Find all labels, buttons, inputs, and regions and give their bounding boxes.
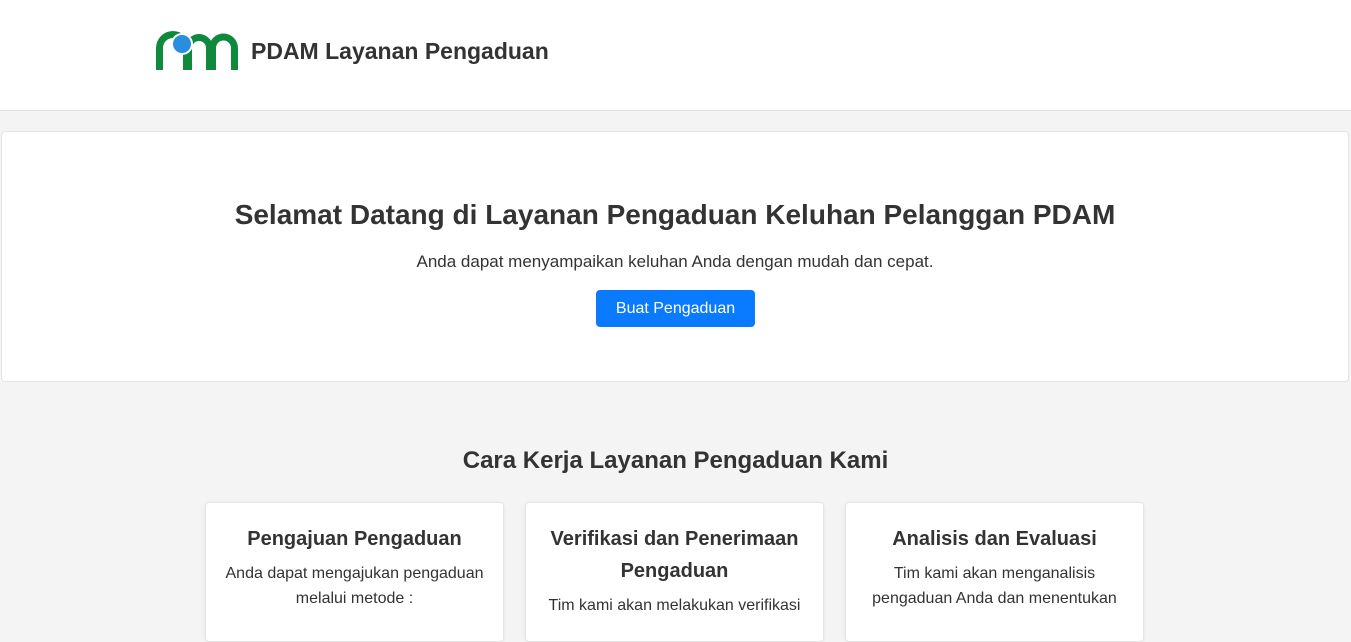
section-title: Cara Kerja Layanan Pengaduan Kami — [462, 447, 889, 474]
card-text: Anda dapat mengajukan pengaduan melalui … — [225, 565, 484, 607]
card-title: Pengajuan Pengaduan — [247, 528, 462, 550]
card-text: Tim kami akan melakukan verifikasi — [548, 597, 801, 614]
step-card-analysis: Analisis dan Evaluasi Tim kami akan meng… — [845, 502, 1144, 642]
hero-subtitle: Anda dapat menyampaikan keluhan Anda den… — [416, 252, 934, 271]
card-title: Verifikasi dan Penerimaan Pengaduan — [550, 528, 799, 582]
card-title: Analisis dan Evaluasi — [892, 528, 1097, 550]
site-header: PDAM Layanan Pengaduan — [0, 0, 1351, 111]
step-card-verification: Verifikasi dan Penerimaan Pengaduan Tim … — [525, 502, 824, 642]
card-text: Tim kami akan menganalisis pengaduan And… — [872, 565, 1117, 607]
site-title: PDAM Layanan Pengaduan — [251, 37, 549, 64]
hero-banner: Selamat Datang di Layanan Pengaduan Kelu… — [1, 131, 1349, 382]
step-card-submission: Pengajuan Pengaduan Anda dapat mengajuka… — [205, 502, 504, 642]
create-complaint-button[interactable]: Buat Pengaduan — [596, 290, 755, 327]
pdam-logo-icon — [156, 31, 238, 70]
brand[interactable]: PDAM Layanan Pengaduan — [155, 30, 549, 72]
hero-title: Selamat Datang di Layanan Pengaduan Kelu… — [234, 199, 1116, 230]
